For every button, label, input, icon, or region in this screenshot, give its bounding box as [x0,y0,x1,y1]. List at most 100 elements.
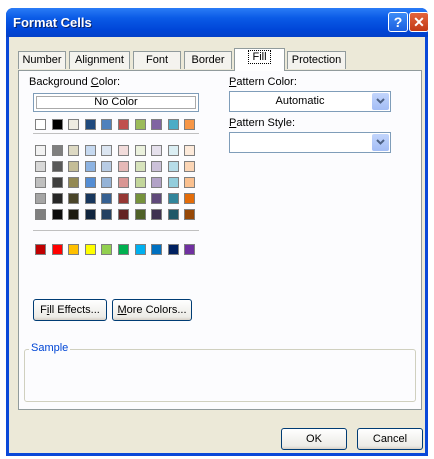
color-swatch[interactable] [35,161,46,172]
color-swatch[interactable] [85,177,96,188]
color-swatch[interactable] [118,119,129,130]
color-swatch[interactable] [151,119,162,130]
color-swatch[interactable] [151,193,162,204]
color-swatch[interactable] [151,161,162,172]
color-swatch[interactable] [101,193,112,204]
color-swatch[interactable] [68,193,79,204]
fill-effects-button[interactable]: Fill Effects... [33,299,107,321]
color-swatch[interactable] [184,177,195,188]
color-swatch[interactable] [168,209,179,220]
color-swatch[interactable] [184,119,195,130]
sample-group: Sample [24,342,416,402]
color-swatch[interactable] [135,177,146,188]
color-swatch[interactable] [85,209,96,220]
color-swatch[interactable] [68,244,79,255]
tab-number[interactable]: Number [18,51,66,69]
pattern-color-label: Pattern Color: [229,76,297,88]
pattern-style-label: Pattern Style: [229,117,296,129]
color-swatch[interactable] [135,119,146,130]
no-color-button[interactable]: No Color [33,93,199,112]
color-swatch[interactable] [101,244,112,255]
color-swatch[interactable] [184,209,195,220]
dialog-body: Number Alignment Font Border Fill Protec… [9,37,425,453]
color-swatch[interactable] [68,119,79,130]
color-swatch[interactable] [52,177,63,188]
color-swatch[interactable] [151,145,162,156]
color-swatch[interactable] [151,244,162,255]
color-swatch[interactable] [52,119,63,130]
fill-effects-label: Fill Effects... [40,304,100,316]
tab-protection[interactable]: Protection [287,51,346,69]
close-icon[interactable]: ✕ [409,12,429,32]
color-swatch[interactable] [168,177,179,188]
color-swatch[interactable] [151,177,162,188]
color-swatch[interactable] [101,177,112,188]
color-swatch[interactable] [52,145,63,156]
color-swatch[interactable] [118,193,129,204]
fill-tab-panel: Background Color: No Color Fill Effects.… [18,70,422,410]
color-swatch[interactable] [135,145,146,156]
color-swatch[interactable] [135,209,146,220]
color-swatch[interactable] [101,209,112,220]
color-swatch[interactable] [68,209,79,220]
color-swatch[interactable] [101,161,112,172]
color-swatch[interactable] [68,177,79,188]
cancel-button[interactable]: Cancel [357,428,423,450]
format-cells-dialog: Format Cells ? ✕ Number Alignment Font B… [6,8,429,456]
more-colors-button[interactable]: More Colors... [112,299,192,321]
color-swatch[interactable] [52,193,63,204]
color-swatch[interactable] [168,119,179,130]
color-swatch[interactable] [52,161,63,172]
tab-border[interactable]: Border [184,51,232,69]
color-swatch[interactable] [184,193,195,204]
color-swatch[interactable] [168,244,179,255]
dialog-title: Format Cells [13,15,92,30]
color-swatch[interactable] [85,161,96,172]
color-swatch[interactable] [68,145,79,156]
color-swatch[interactable] [184,161,195,172]
color-swatch[interactable] [184,145,195,156]
color-swatch[interactable] [135,244,146,255]
swatch-separator [33,133,199,134]
tab-alignment[interactable]: Alignment [69,51,130,69]
title-bar[interactable]: Format Cells ? ✕ [6,8,429,37]
chevron-down-icon[interactable] [372,134,389,151]
color-swatch[interactable] [168,161,179,172]
color-swatch[interactable] [85,193,96,204]
color-swatch[interactable] [85,244,96,255]
color-swatch[interactable] [68,161,79,172]
chevron-down-icon[interactable] [372,93,389,110]
ok-label: OK [306,433,322,445]
color-swatch[interactable] [35,145,46,156]
color-swatch[interactable] [118,209,129,220]
tab-font[interactable]: Font [133,51,181,69]
color-swatch[interactable] [35,193,46,204]
pattern-style-dropdown[interactable] [229,132,391,153]
color-swatch[interactable] [135,193,146,204]
color-swatch[interactable] [35,209,46,220]
color-swatch[interactable] [184,244,195,255]
color-swatch[interactable] [52,244,63,255]
tab-fill[interactable]: Fill [234,48,285,71]
color-swatch[interactable] [52,209,63,220]
color-swatch[interactable] [85,119,96,130]
color-swatch[interactable] [118,161,129,172]
color-swatch[interactable] [35,177,46,188]
color-swatch[interactable] [151,209,162,220]
color-swatch[interactable] [168,145,179,156]
color-swatch[interactable] [168,193,179,204]
ok-button[interactable]: OK [281,428,347,450]
color-swatch[interactable] [101,119,112,130]
color-swatch[interactable] [85,145,96,156]
color-swatch[interactable] [118,177,129,188]
color-swatch[interactable] [118,145,129,156]
color-swatch[interactable] [35,244,46,255]
color-swatch[interactable] [101,145,112,156]
sample-label: Sample [29,342,71,354]
cancel-label: Cancel [372,433,408,445]
color-swatch[interactable] [118,244,129,255]
color-swatch[interactable] [35,119,46,130]
pattern-color-dropdown[interactable]: Automatic [229,91,391,112]
help-icon[interactable]: ? [388,12,408,32]
color-swatch[interactable] [135,161,146,172]
